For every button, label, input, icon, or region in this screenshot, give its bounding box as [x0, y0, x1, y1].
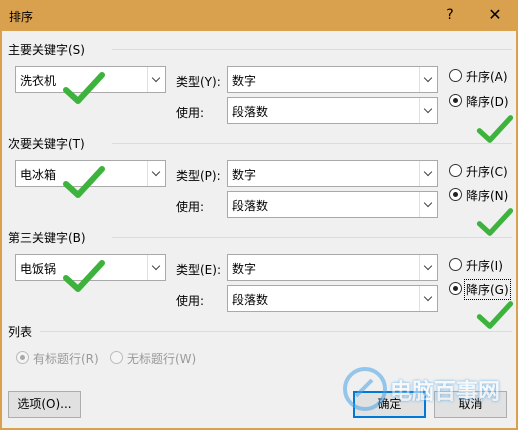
secondary-key-type-value: 数字: [232, 168, 257, 182]
chevron-down-icon[interactable]: [419, 192, 437, 217]
primary-key-ascending-radio[interactable]: 升序(A): [449, 67, 513, 85]
has-header-row-label: 有标题行(R): [33, 352, 99, 366]
primary-key-use-label: 使用:: [176, 106, 205, 120]
watermark-logo-icon: [343, 367, 387, 411]
third-key-use-label: 使用:: [176, 294, 205, 308]
checkmark-icon: [476, 301, 514, 329]
secondary-key-heading: 次要关键字(T): [8, 137, 85, 151]
primary-key-descending-radio[interactable]: 降序(D): [449, 92, 513, 110]
window-border-left: [0, 31, 2, 430]
radio-circle-selected[interactable]: [449, 94, 462, 107]
third-key-use-dropdown[interactable]: 段落数: [227, 285, 438, 312]
radio-circle[interactable]: [449, 69, 462, 82]
no-header-row-label: 无标题行(W): [127, 352, 197, 366]
options-button[interactable]: 选项(O)...: [8, 391, 81, 418]
secondary-key-use-value: 段落数: [232, 199, 269, 213]
divider: [40, 331, 512, 332]
third-key-ascending-radio[interactable]: 升序(I): [449, 256, 513, 274]
third-key-type-value: 数字: [232, 262, 257, 276]
secondary-key-ascending-label: 升序(C): [466, 165, 508, 179]
checkmark-icon: [63, 260, 105, 292]
secondary-key-column-value: 电冰箱: [20, 168, 57, 182]
primary-key-use-value: 段落数: [232, 105, 269, 119]
no-header-row-radio[interactable]: 无标题行(W): [110, 349, 200, 367]
checkmark-icon: [63, 72, 105, 104]
close-button[interactable]: ✕: [481, 4, 509, 26]
radio-circle[interactable]: [449, 258, 462, 271]
has-header-row-radio[interactable]: 有标题行(R): [16, 349, 106, 367]
watermark-text: 电脑百事网: [390, 380, 501, 405]
checkmark-icon: [476, 115, 514, 143]
secondary-key-descending-radio[interactable]: 降序(N): [449, 186, 513, 204]
list-heading: 列表: [8, 325, 33, 339]
divider: [112, 143, 512, 144]
secondary-key-descending-label: 降序(N): [466, 189, 509, 203]
help-button[interactable]: ?: [436, 4, 464, 26]
third-key-type-dropdown[interactable]: 数字: [227, 254, 438, 281]
primary-key-type-dropdown[interactable]: 数字: [227, 66, 438, 93]
secondary-key-ascending-radio[interactable]: 升序(C): [449, 162, 513, 180]
secondary-key-use-dropdown[interactable]: 段落数: [227, 191, 438, 218]
secondary-key-type-label: 类型(P):: [176, 169, 221, 183]
primary-key-type-value: 数字: [232, 74, 257, 88]
window-title: 排序: [9, 10, 34, 24]
title-bar: 排序 ? ✕: [0, 0, 518, 31]
chevron-down-icon[interactable]: [419, 161, 437, 186]
primary-key-heading: 主要关键字(S): [8, 43, 85, 57]
primary-key-type-label: 类型(Y):: [176, 75, 221, 89]
third-key-use-value: 段落数: [232, 293, 269, 307]
chevron-down-icon[interactable]: [419, 255, 437, 280]
watermark: 电脑百事网: [338, 362, 508, 416]
primary-key-column-value: 洗衣机: [20, 74, 57, 88]
radio-circle[interactable]: [110, 351, 123, 364]
secondary-key-use-label: 使用:: [176, 200, 205, 214]
third-key-type-label: 类型(E):: [176, 263, 221, 277]
chevron-down-icon[interactable]: [147, 67, 165, 92]
chevron-down-icon[interactable]: [419, 67, 437, 92]
divider: [112, 49, 512, 50]
chevron-down-icon[interactable]: [419, 98, 437, 123]
radio-circle-selected[interactable]: [16, 351, 29, 364]
secondary-key-type-dropdown[interactable]: 数字: [227, 160, 438, 187]
checkmark-icon: [476, 208, 514, 236]
radio-circle-selected[interactable]: [449, 188, 462, 201]
primary-key-ascending-label: 升序(A): [466, 70, 508, 84]
radio-circle[interactable]: [449, 164, 462, 177]
radio-circle-selected[interactable]: [449, 282, 462, 295]
third-key-ascending-label: 升序(I): [466, 259, 503, 273]
chevron-down-icon[interactable]: [419, 286, 437, 311]
divider: [112, 237, 512, 238]
checkmark-icon: [63, 166, 105, 198]
chevron-down-icon[interactable]: [147, 255, 165, 280]
primary-key-descending-label: 降序(D): [466, 95, 509, 109]
third-key-descending-radio[interactable]: 降序(G): [449, 279, 513, 300]
third-key-descending-label: 降序(G): [464, 279, 511, 300]
third-key-column-value: 电饭锅: [20, 262, 57, 276]
chevron-down-icon[interactable]: [147, 161, 165, 186]
primary-key-use-dropdown[interactable]: 段落数: [227, 97, 438, 124]
third-key-heading: 第三关键字(B): [8, 231, 86, 245]
